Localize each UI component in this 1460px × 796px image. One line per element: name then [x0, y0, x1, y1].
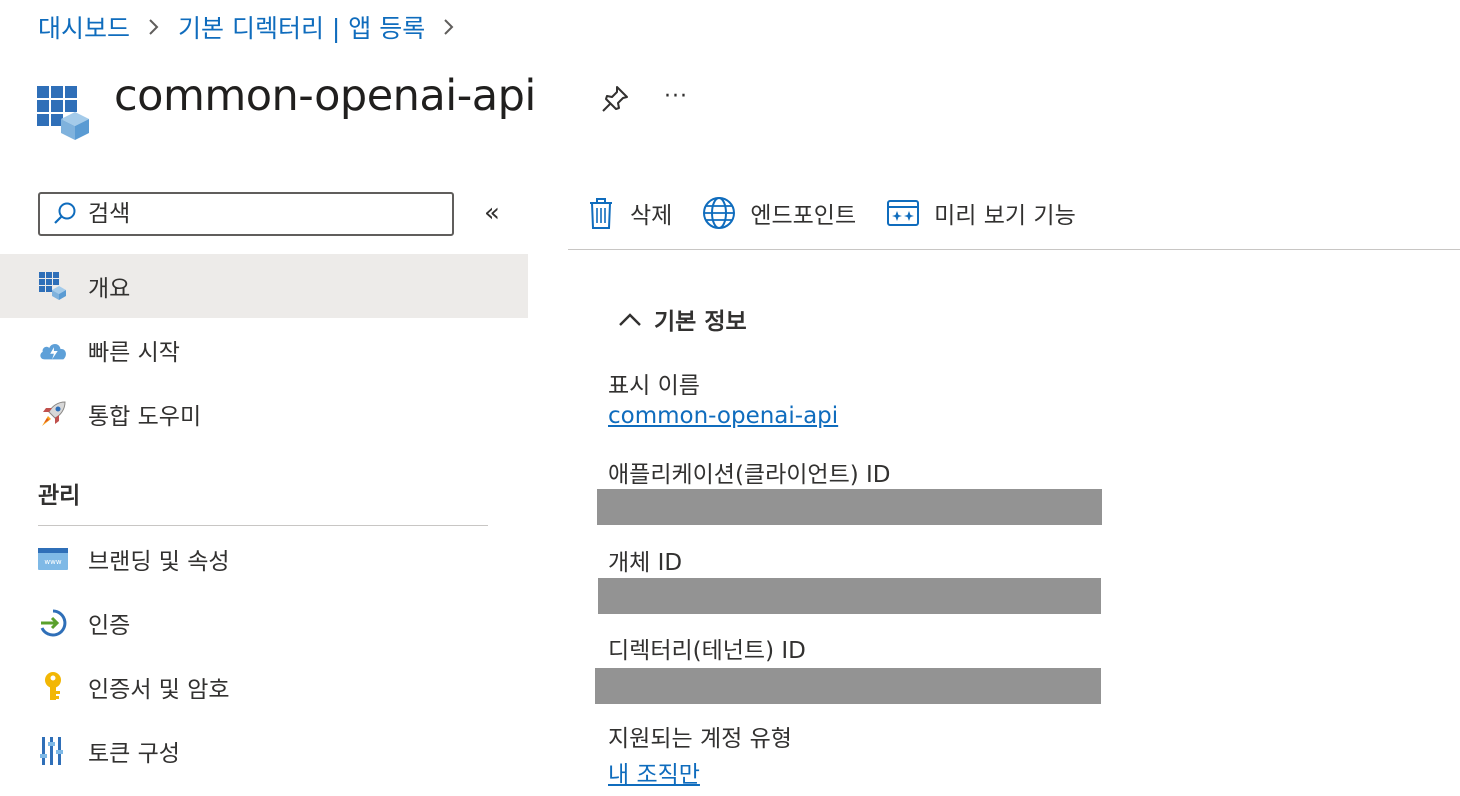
preview-features-button[interactable]: 미리 보기 기능 [886, 196, 1076, 230]
overview-icon [38, 271, 68, 301]
more-options-button[interactable]: ··· [664, 84, 688, 109]
sidebar-item-token-configuration[interactable]: 토큰 구성 [0, 719, 528, 783]
key-icon [38, 672, 68, 702]
account-type-link[interactable]: 내 조직만 [608, 755, 700, 789]
www-icon: www [38, 544, 68, 574]
app-id-label: 애플리케이션(클라이언트) ID [608, 462, 891, 488]
essentials-toggle[interactable]: 기본 정보 [618, 302, 747, 336]
command-bar: 삭제 엔드포인트 미리 보기 기능 [568, 186, 1106, 240]
tenant-id-label: 디렉터리(테넌트) ID [608, 638, 806, 664]
svg-text:www: www [44, 558, 61, 566]
breadcrumb-dashboard-link[interactable]: 대시보드 [38, 9, 130, 45]
breadcrumb: 대시보드 기본 디렉터리 | 앱 등록 [38, 10, 473, 44]
sidebar-item-authentication[interactable]: 인증 [0, 591, 528, 655]
sidebar-item-quickstart[interactable]: 빠른 시작 [0, 318, 528, 382]
display-name-link[interactable]: common-openai-api [608, 403, 838, 429]
chevron-up-icon [619, 313, 641, 326]
sidebar-item-label: 통합 도우미 [88, 404, 202, 430]
display-name-label: 표시 이름 [608, 373, 700, 399]
sidebar-item-label: 브랜딩 및 속성 [88, 549, 230, 575]
preview-features-icon [887, 200, 920, 226]
authentication-icon [38, 608, 68, 638]
sidebar-item-label: 빠른 시작 [88, 340, 180, 366]
quickstart-cloud-icon [38, 335, 68, 365]
sidebar-item-label: 개요 [88, 276, 131, 302]
sidebar-item-integration-assistant[interactable]: 통합 도우미 [0, 382, 528, 446]
section-divider [38, 525, 488, 526]
delete-label: 삭제 [630, 203, 673, 229]
manage-section-heading: 관리 [38, 483, 81, 509]
sidebar-item-overview[interactable]: 개요 [0, 254, 528, 318]
app-registration-icon [37, 86, 91, 140]
sidebar-item-branding[interactable]: www 브랜딩 및 속성 [0, 527, 528, 591]
redacted-tenant-id [595, 668, 1101, 704]
page-title: common-openai-api [114, 71, 536, 121]
search-icon [54, 202, 76, 224]
preview-features-label: 미리 보기 기능 [934, 203, 1076, 229]
essentials-heading: 기본 정보 [654, 309, 747, 335]
search-input[interactable] [86, 200, 430, 228]
toolbar-divider [568, 249, 1460, 250]
sidebar-item-certificates-secrets[interactable]: 인증서 및 암호 [0, 655, 528, 719]
sidebar-item-label: 인증서 및 암호 [88, 677, 230, 703]
sidebar-item-label: 토큰 구성 [88, 741, 180, 767]
pin-icon [602, 86, 628, 112]
collapse-sidebar-button[interactable]: « [484, 198, 500, 228]
endpoints-button[interactable]: 엔드포인트 [702, 196, 856, 230]
redacted-app-id [597, 489, 1102, 525]
chevron-right-icon [443, 17, 455, 37]
endpoints-label: 엔드포인트 [750, 203, 857, 229]
breadcrumb-app-registrations-link[interactable]: 기본 디렉터리 | 앱 등록 [178, 9, 425, 45]
object-id-label: 개체 ID [608, 550, 683, 576]
account-type-label: 지원되는 계정 유형 [608, 726, 792, 752]
search-box[interactable] [38, 192, 454, 236]
sidebar-item-label: 인증 [88, 613, 131, 639]
rocket-icon [38, 399, 68, 429]
globe-icon [703, 197, 736, 229]
pin-button[interactable] [598, 82, 632, 116]
delete-button[interactable]: 삭제 [568, 196, 672, 230]
token-config-icon [38, 736, 68, 766]
chevron-right-icon [148, 17, 160, 37]
trash-icon [590, 198, 612, 229]
redacted-object-id [598, 578, 1101, 614]
